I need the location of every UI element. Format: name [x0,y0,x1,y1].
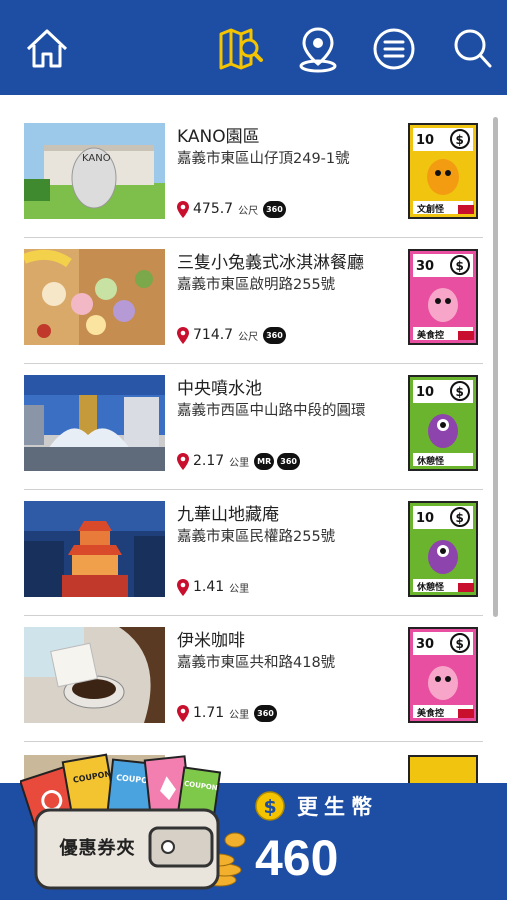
coin-label: $ 更生幣 [255,791,378,821]
svg-text:休憩怪: 休憩怪 [416,581,445,593]
distance-value: 2.17 [193,453,225,469]
distance-pin-icon [177,326,189,344]
svg-text:10: 10 [416,133,434,148]
svg-text:$: $ [456,511,464,525]
distance-value: 1.41 [193,579,225,595]
place-title: 中央噴水池 [177,379,262,399]
distance-value: 714.7 [193,327,234,343]
svg-text:30: 30 [416,259,434,274]
svg-text:$: $ [456,637,464,651]
map-search-icon[interactable] [215,24,265,74]
distance-unit: 公尺 [238,331,259,343]
place-address: 嘉義市西區中山路中段的圓環 [177,403,366,419]
place-list: KANO KANO園區 嘉義市東區山仔頂249-1號 475.7 公尺 360 … [0,95,507,785]
svg-text:休憩怪: 休憩怪 [416,455,445,467]
svg-text:文創怪: 文創怪 [416,203,445,215]
svg-text:$: $ [456,259,464,273]
list-item[interactable]: 九華山地藏庵 嘉義市東區民權路255號 1.41 公里 10 $ 休憩怪 [24,473,483,599]
monster-card-icon: 30 $ 美食控 [408,627,478,723]
coin-amount: 460 [255,830,339,886]
svg-text:10: 10 [416,385,434,400]
home-icon[interactable] [22,24,72,74]
place-distance: 475.7 公尺 360 [177,199,289,219]
menu-icon[interactable] [369,24,419,74]
monster-card-icon [408,755,478,785]
coupon-wallet-label[interactable]: 優惠券夾 [50,834,145,860]
place-photo [24,627,165,723]
list-scrollbar[interactable] [493,117,498,617]
badge-360: 360 [277,452,300,470]
monster-card-icon: 10 $ 休憩怪 [408,375,478,471]
coin-icon: $ [255,791,285,821]
monster-card-icon: 10 $ 休憩怪 [408,501,478,597]
place-address: 嘉義市東區共和路418號 [177,655,336,671]
monster-card-icon: 30 $ 美食控 [408,249,478,345]
distance-unit: 公里 [229,583,250,595]
place-photo [24,249,165,345]
list-item[interactable]: KANO KANO園區 嘉義市東區山仔頂249-1號 475.7 公尺 360 … [24,95,483,221]
place-photo [24,375,165,471]
svg-text:美食控: 美食控 [417,707,444,719]
badge-360: 360 [263,326,286,344]
svg-text:10: 10 [416,511,434,526]
top-nav-bar [0,0,507,95]
distance-pin-icon [177,578,189,596]
place-photo [24,501,165,597]
distance-value: 475.7 [193,201,234,217]
svg-text:美食控: 美食控 [417,329,444,341]
distance-unit: 公里 [229,457,250,469]
list-item[interactable]: 中央噴水池 嘉義市西區中山路中段的圓環 2.17 公里 MR 360 10 $ … [24,347,483,473]
distance-pin-icon [177,200,189,218]
location-pin-icon[interactable] [293,24,343,74]
coin-label-text: 更生幣 [297,795,378,819]
monster-card-icon: 10 $ 文創怪 [408,123,478,219]
svg-text:$: $ [456,133,464,147]
list-item[interactable]: 三隻小兔義式冰淇淋餐廳 嘉義市東區啟明路255號 714.7 公尺 360 30… [24,221,483,347]
search-icon[interactable] [448,24,498,74]
list-item[interactable]: 伊米咖啡 嘉義市東區共和路418號 1.71 公里 360 30 $ 美食控 [24,599,483,725]
coupon-wallet-icon[interactable]: COUPON COUPON COUPON [20,740,250,900]
place-title: 九華山地藏庵 [177,505,279,525]
place-title: 三隻小兔義式冰淇淋餐廳 [177,253,364,273]
place-title: KANO園區 [177,127,260,147]
place-photo: KANO [24,123,165,219]
svg-text:$: $ [456,385,464,399]
place-distance: 2.17 公里 MR 360 [177,451,303,471]
svg-text:30: 30 [416,637,434,652]
svg-text:KANO: KANO [82,153,111,164]
distance-unit: 公里 [229,709,250,721]
place-distance: 1.41 公里 [177,577,254,597]
badge-360: 360 [263,200,286,218]
place-distance: 714.7 公尺 360 [177,325,289,345]
place-title: 伊米咖啡 [177,631,245,651]
place-address: 嘉義市東區民權路255號 [177,529,336,545]
badge-360: 360 [254,704,277,722]
distance-pin-icon [177,452,189,470]
distance-unit: 公尺 [238,205,259,217]
place-address: 嘉義市東區啟明路255號 [177,277,336,293]
svg-text:$: $ [264,796,277,818]
place-address: 嘉義市東區山仔頂249-1號 [177,151,350,167]
badge-mr: MR [254,452,275,470]
place-distance: 1.71 公里 360 [177,703,280,723]
distance-pin-icon [177,704,189,722]
distance-value: 1.71 [193,705,225,721]
